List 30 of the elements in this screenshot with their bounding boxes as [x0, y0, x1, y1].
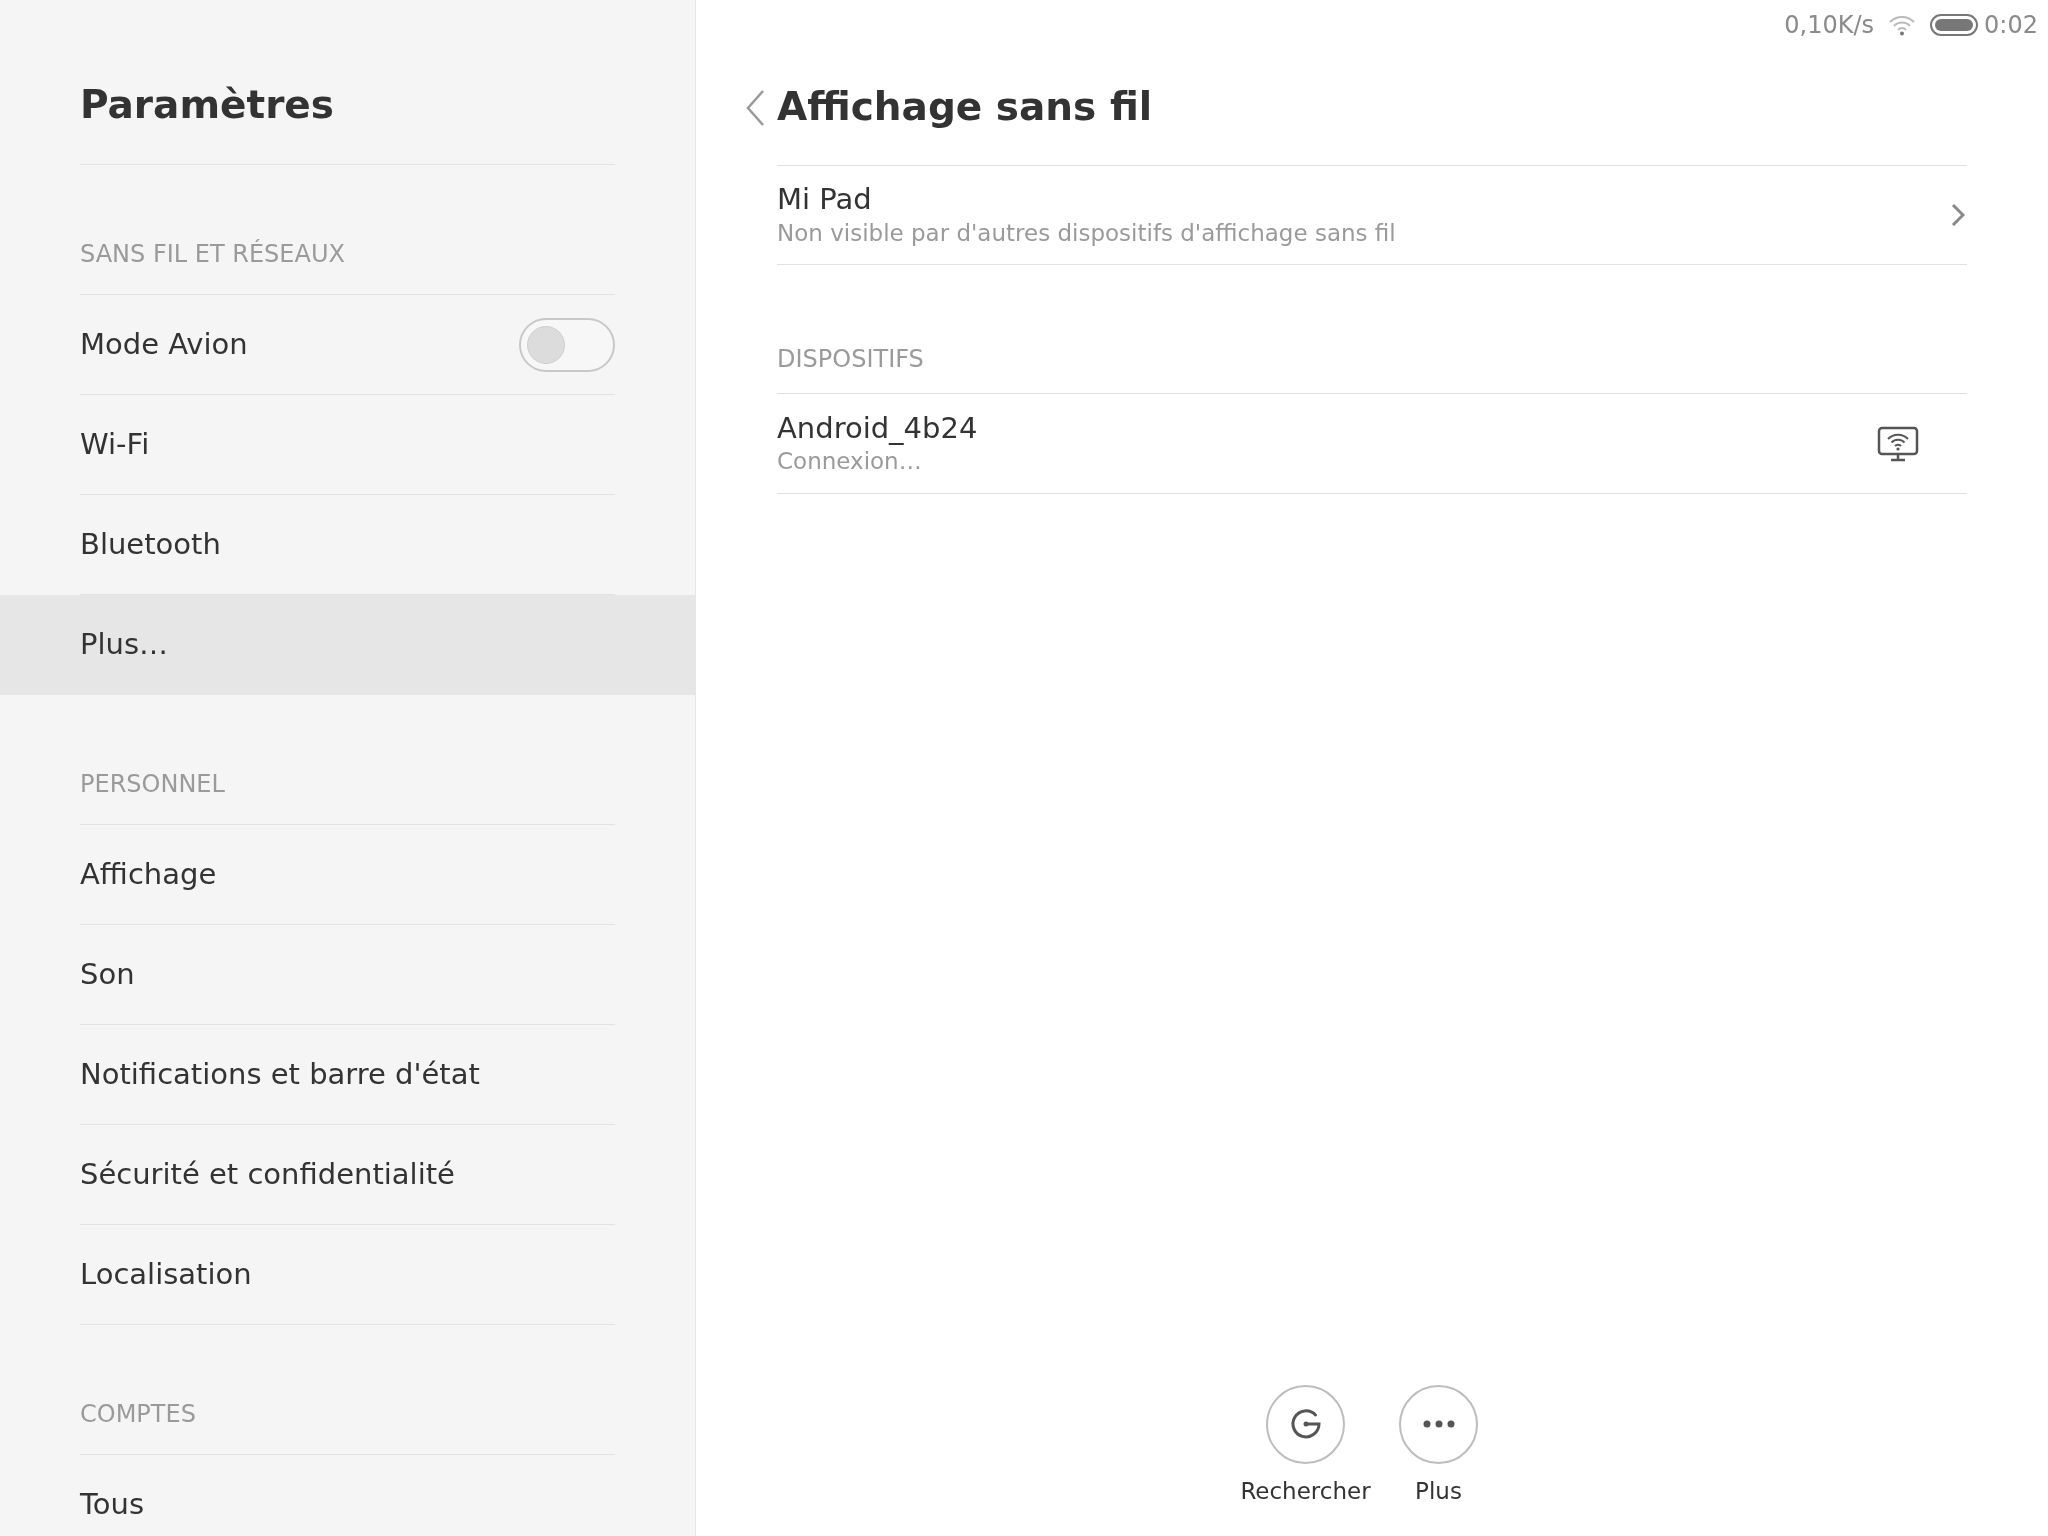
settings-item[interactable]: Mode Avion: [0, 295, 695, 395]
device-name: Android_4b24: [777, 409, 978, 447]
toggle-switch[interactable]: [519, 317, 615, 372]
device-name-row[interactable]: Mi Pad Non visible par d'autres dispositifs d'affichage sans fil: [777, 165, 1967, 265]
section-header: SANS FIL ET RÉSEAUX: [80, 238, 345, 270]
section-header: PERSONNEL: [80, 769, 225, 800]
wireless-display-icon: [1877, 425, 1919, 462]
settings-item[interactable]: Sécurité et confidentialité: [0, 1125, 695, 1225]
section-header: DISPOSITIFS: [777, 344, 924, 375]
section-header: COMPTES: [80, 1399, 196, 1430]
chevron-left-icon: [744, 88, 765, 127]
wifi-icon: [1888, 14, 1917, 36]
settings-item[interactable]: Affichage: [0, 825, 695, 925]
settings-item[interactable]: Localisation: [0, 1225, 695, 1325]
settings-title: Paramètres: [80, 80, 335, 129]
settings-item[interactable]: Notifications et barre d'état: [0, 1025, 695, 1125]
network-speed: 0,10K/s: [1784, 10, 1875, 41]
page-title: Affichage sans fil: [777, 83, 1153, 132]
device-name: Mi Pad: [777, 181, 873, 219]
clock-time: 0:02: [1984, 10, 2038, 41]
action-button[interactable]: Plus: [1376, 1384, 1501, 1508]
settings-item[interactable]: Tous: [0, 1455, 695, 1536]
settings-item[interactable]: Wi-Fi: [0, 395, 695, 495]
device-name-subtitle: Non visible par d'autres dispositifs d'affichage sans fil: [777, 218, 1396, 248]
settings-item[interactable]: Son: [0, 925, 695, 1025]
device-row[interactable]: Android_4b24 Connexion…: [777, 394, 1967, 494]
chevron-icon: [1951, 203, 1965, 227]
battery-icon: [1930, 14, 1981, 36]
settings-item[interactable]: Plus…: [0, 595, 695, 695]
device-status: Connexion…: [777, 447, 923, 477]
